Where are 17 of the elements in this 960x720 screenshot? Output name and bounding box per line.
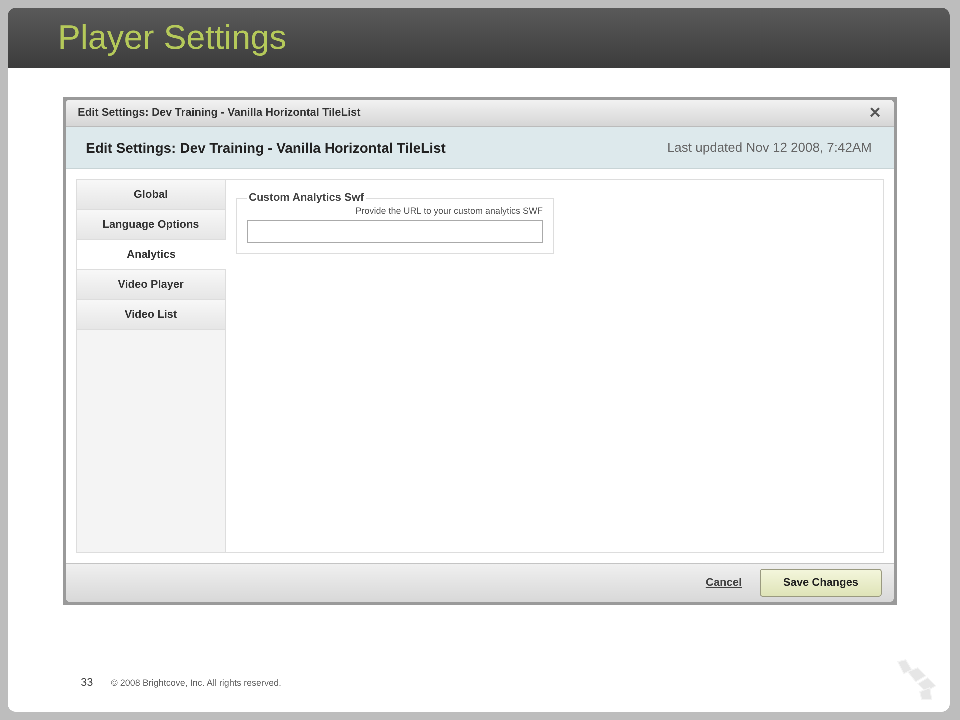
page-number: 33 (81, 677, 94, 689)
url-input-field[interactable] (247, 220, 543, 243)
field-hint: Provide the URL to your custom analytics SWF (356, 206, 543, 216)
copyright-text: © 2008 Brightcove, Inc. All rights reserved. (111, 678, 282, 688)
settings-tab[interactable]: Analytics (77, 240, 226, 270)
settings-tab[interactable]: Global (77, 180, 225, 210)
dialog-title: Edit Settings: Dev Training - Vanilla Horizontal TileList (78, 107, 361, 119)
settings-tab[interactable]: Video Player (77, 270, 225, 300)
close-button[interactable]: ✕ (869, 104, 882, 122)
cancel-link[interactable]: Cancel (706, 577, 742, 589)
group-legend: Custom Analytics Swf (247, 192, 366, 204)
settings-tab[interactable]: Video List (77, 300, 225, 330)
dialog-heading: Edit Settings: Dev Training - Vanilla Horizontal TileList (86, 140, 446, 156)
save-changes-button[interactable]: Save Changes (760, 569, 882, 597)
settings-tab[interactable]: Language Options (77, 210, 225, 240)
slide-title: Player Settings (58, 18, 287, 58)
last-updated: Last updated Nov 12 2008, 7:42AM (667, 140, 872, 155)
